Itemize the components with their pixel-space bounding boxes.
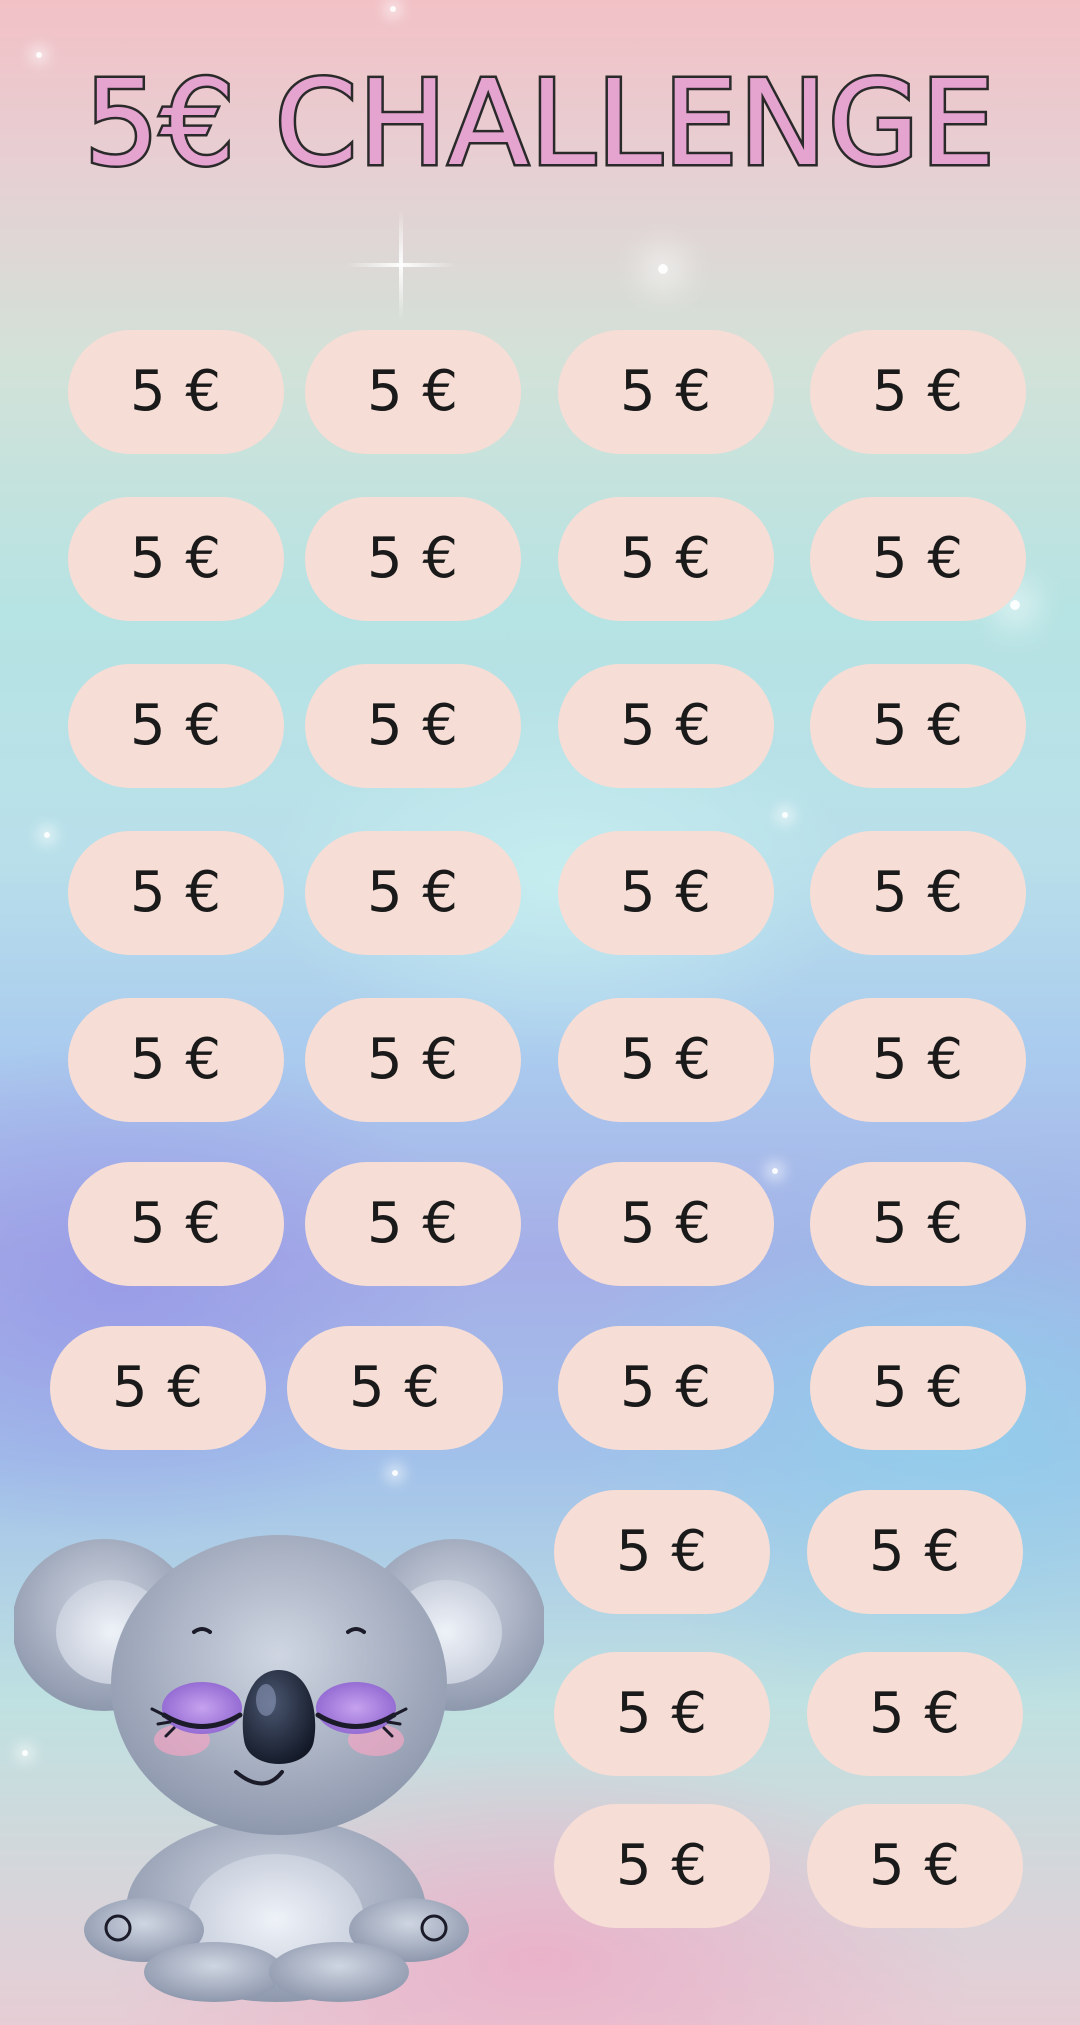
challenge-cell[interactable]: 5 € xyxy=(807,1652,1023,1776)
sparkle-icon xyxy=(772,1168,778,1174)
cell-label: 5 € xyxy=(111,1355,205,1420)
sparkle-icon xyxy=(392,1470,398,1476)
cell-label: 5 € xyxy=(366,1191,460,1256)
cell-label: 5 € xyxy=(871,359,965,424)
sparkle-icon xyxy=(36,52,42,58)
challenge-cell[interactable]: 5 € xyxy=(558,831,774,955)
challenge-cell[interactable]: 5 € xyxy=(305,831,521,955)
cell-label: 5 € xyxy=(871,1027,965,1092)
sparkle-icon xyxy=(658,264,668,274)
cell-label: 5 € xyxy=(366,359,460,424)
cell-label: 5 € xyxy=(366,526,460,591)
sparkle-icon xyxy=(1010,600,1020,610)
challenge-cell[interactable]: 5 € xyxy=(558,998,774,1122)
cell-label: 5 € xyxy=(868,1519,962,1584)
challenge-cell[interactable]: 5 € xyxy=(305,664,521,788)
challenge-cell[interactable]: 5 € xyxy=(305,1162,521,1286)
cell-label: 5 € xyxy=(129,860,223,925)
sparkle-icon xyxy=(44,832,50,838)
challenge-cell[interactable]: 5 € xyxy=(68,330,284,454)
challenge-cell[interactable]: 5 € xyxy=(68,831,284,955)
cell-label: 5 € xyxy=(619,860,713,925)
cell-label: 5 € xyxy=(615,1681,709,1746)
challenge-cell[interactable]: 5 € xyxy=(287,1326,503,1450)
challenge-cell[interactable]: 5 € xyxy=(558,1326,774,1450)
cell-label: 5 € xyxy=(871,526,965,591)
cell-label: 5 € xyxy=(366,1027,460,1092)
challenge-cell[interactable]: 5 € xyxy=(554,1490,770,1614)
cell-label: 5 € xyxy=(619,693,713,758)
challenge-cell[interactable]: 5 € xyxy=(558,330,774,454)
cell-label: 5 € xyxy=(129,693,223,758)
sparkle-icon xyxy=(346,210,456,320)
challenge-cell[interactable]: 5 € xyxy=(810,998,1026,1122)
cell-label: 5 € xyxy=(619,1191,713,1256)
cell-label: 5 € xyxy=(619,1355,713,1420)
cell-label: 5 € xyxy=(348,1355,442,1420)
page-title: 5€ CHALLENGE xyxy=(82,54,998,192)
cell-label: 5 € xyxy=(619,526,713,591)
challenge-cell[interactable]: 5 € xyxy=(68,497,284,621)
cell-label: 5 € xyxy=(129,1191,223,1256)
challenge-cell[interactable]: 5 € xyxy=(807,1804,1023,1928)
challenge-cell[interactable]: 5 € xyxy=(810,664,1026,788)
cell-label: 5 € xyxy=(619,359,713,424)
cell-label: 5 € xyxy=(129,1027,223,1092)
cell-label: 5 € xyxy=(871,693,965,758)
koala-illustration xyxy=(14,1535,544,2002)
challenge-cell[interactable]: 5 € xyxy=(810,831,1026,955)
challenge-cell[interactable]: 5 € xyxy=(554,1804,770,1928)
sparkle-icon xyxy=(390,6,396,12)
challenge-cell[interactable]: 5 € xyxy=(558,664,774,788)
cell-label: 5 € xyxy=(868,1833,962,1898)
challenge-cell[interactable]: 5 € xyxy=(810,497,1026,621)
challenge-cell[interactable]: 5 € xyxy=(50,1326,266,1450)
challenge-cell[interactable]: 5 € xyxy=(810,1326,1026,1450)
cell-label: 5 € xyxy=(366,860,460,925)
cell-label: 5 € xyxy=(868,1681,962,1746)
challenge-cell[interactable]: 5 € xyxy=(807,1490,1023,1614)
cell-label: 5 € xyxy=(619,1027,713,1092)
challenge-cell[interactable]: 5 € xyxy=(554,1652,770,1776)
challenge-cell[interactable]: 5 € xyxy=(68,998,284,1122)
cell-label: 5 € xyxy=(129,526,223,591)
cell-label: 5 € xyxy=(366,693,460,758)
challenge-cell[interactable]: 5 € xyxy=(810,330,1026,454)
challenge-cell[interactable]: 5 € xyxy=(68,664,284,788)
challenge-cell[interactable]: 5 € xyxy=(558,1162,774,1286)
sparkle-icon xyxy=(782,812,788,818)
cell-label: 5 € xyxy=(129,359,223,424)
cell-label: 5 € xyxy=(871,860,965,925)
cell-label: 5 € xyxy=(871,1191,965,1256)
challenge-cell[interactable]: 5 € xyxy=(305,497,521,621)
challenge-cell[interactable]: 5 € xyxy=(68,1162,284,1286)
challenge-cell[interactable]: 5 € xyxy=(305,998,521,1122)
challenge-cell[interactable]: 5 € xyxy=(305,330,521,454)
challenge-cell[interactable]: 5 € xyxy=(558,497,774,621)
cell-label: 5 € xyxy=(615,1833,709,1898)
cell-label: 5 € xyxy=(871,1355,965,1420)
cell-label: 5 € xyxy=(615,1519,709,1584)
challenge-cell[interactable]: 5 € xyxy=(810,1162,1026,1286)
